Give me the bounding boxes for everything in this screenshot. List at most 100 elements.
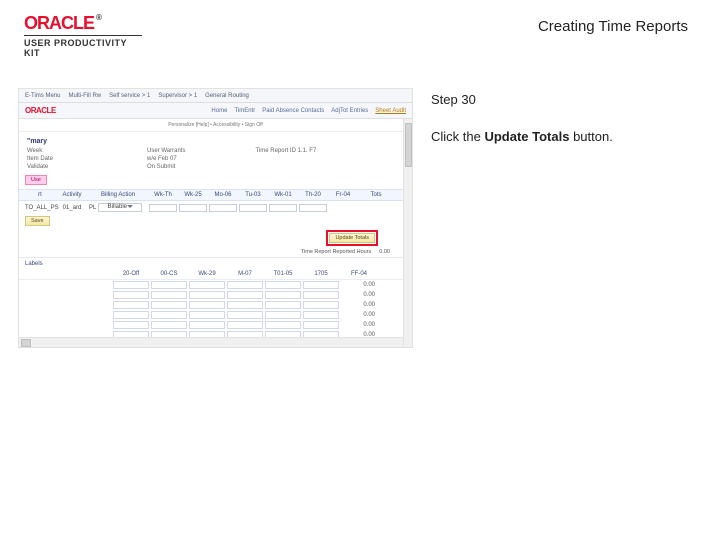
label-input[interactable] [265, 281, 301, 289]
row-total: 0.00 [341, 322, 377, 328]
label-input[interactable] [227, 311, 263, 319]
col-head: Billing Action [89, 192, 147, 198]
label-input[interactable] [189, 291, 225, 299]
tab-item[interactable]: E-Tims Menu [25, 93, 60, 99]
cell-activity: 01_ard [57, 205, 87, 211]
label-input[interactable] [113, 291, 149, 299]
row-total: 0.00 [341, 312, 377, 318]
cell-rt: TO_ALL_PS [25, 205, 55, 211]
label-input[interactable] [265, 311, 301, 319]
label-input[interactable] [303, 311, 339, 319]
brand-block: ORACLE® USER PRODUCTIVITY KIT [24, 14, 142, 58]
col-head: Fr-04 [329, 192, 357, 198]
label-input[interactable] [227, 291, 263, 299]
label-input[interactable] [303, 301, 339, 309]
nav-link[interactable]: Home [211, 108, 227, 114]
label-input[interactable] [227, 281, 263, 289]
step-label: Step 30 [431, 92, 696, 107]
billing-dropdown[interactable]: Billable [98, 203, 142, 212]
col-head: 1705 [303, 271, 339, 277]
label-input[interactable] [303, 281, 339, 289]
user-name: "mary [19, 132, 412, 147]
col-head: Activity [57, 192, 87, 198]
scroll-left-icon[interactable] [21, 339, 31, 347]
col-head: Tu-03 [239, 192, 267, 198]
label-input[interactable] [227, 301, 263, 309]
app-tabbar: E-Tims Menu Multi-Fill Rw Self service >… [19, 89, 412, 103]
col-head: Wk-25 [179, 192, 207, 198]
col-head: Mo-06 [209, 192, 237, 198]
info-label: Item Date [27, 156, 117, 162]
hours-input[interactable] [269, 204, 297, 212]
update-totals-button[interactable]: Update Totals [329, 233, 375, 243]
label-input[interactable] [303, 291, 339, 299]
label-input[interactable] [265, 291, 301, 299]
screenshot-preview: E-Tims Menu Multi-Fill Rw Self service >… [18, 88, 413, 348]
labels-section: Labels [19, 257, 412, 269]
label-input[interactable] [151, 321, 187, 329]
hours-input[interactable] [149, 204, 177, 212]
labels-grid-header: 20-Off 00-CS Wk-29 M-07 T01-05 1705 FF-0… [19, 269, 412, 280]
scrollbar-thumb[interactable] [405, 123, 412, 167]
col-head: M-07 [227, 271, 263, 277]
save-button[interactable]: Save [25, 216, 50, 226]
nav-link[interactable]: AdjTot Entries [331, 108, 368, 114]
oracle-logo: ORACLE® [24, 14, 142, 32]
tab-item[interactable]: Self service > 1 [109, 93, 150, 99]
label-input[interactable] [113, 301, 149, 309]
label-input[interactable] [151, 311, 187, 319]
hours-input[interactable] [179, 204, 207, 212]
vertical-scrollbar[interactable] [403, 119, 412, 347]
label-input[interactable] [151, 291, 187, 299]
col-head: rt [25, 192, 55, 198]
app-subheader: Personalize [Help] • Accessibility • Sig… [19, 119, 412, 132]
label-input[interactable] [189, 321, 225, 329]
label-input[interactable] [189, 281, 225, 289]
label-input[interactable] [265, 321, 301, 329]
label-input[interactable] [189, 311, 225, 319]
instruction-text: Click the Update Totals button. [431, 129, 696, 144]
tab-item[interactable]: Multi-Fill Rw [68, 93, 101, 99]
app-oracle-logo: ORACLE [25, 106, 56, 115]
row-total: 0.00 [341, 282, 377, 288]
time-grid-row: TO_ALL_PS 01_ard PL Billable [19, 201, 412, 214]
label-input[interactable] [151, 301, 187, 309]
instruction-prefix: Click the [431, 129, 484, 144]
hours-input[interactable] [299, 204, 327, 212]
row-total: 0.00 [341, 302, 377, 308]
info-label: Validate [27, 164, 117, 170]
label-input[interactable] [113, 321, 149, 329]
dropdown-value: Billable [108, 204, 127, 210]
app-nav: Home TimEntr Paid Absence Contacts AdjTo… [211, 108, 406, 114]
info-label: Week [27, 148, 117, 154]
horizontal-scrollbar[interactable] [19, 337, 403, 347]
label-input[interactable] [151, 281, 187, 289]
label-input[interactable] [113, 281, 149, 289]
label-input[interactable] [265, 301, 301, 309]
brand-subline: USER PRODUCTIVITY KIT [24, 35, 142, 58]
totals-value: 0.00 [379, 249, 390, 255]
label-input[interactable] [113, 311, 149, 319]
col-head: T01-05 [265, 271, 301, 277]
cell-bill: PL [89, 205, 96, 211]
time-grid-header: rt Activity Billing Action Wk-Th Wk-25 M… [19, 189, 412, 201]
hours-input[interactable] [209, 204, 237, 212]
instruction-panel: Step 30 Click the Update Totals button. [431, 88, 696, 348]
nav-link-selected[interactable]: Sheet Audit [375, 108, 406, 114]
row-total: 0.00 [341, 292, 377, 298]
totals-label: Time Report Reported Hours [301, 249, 371, 255]
use-chip[interactable]: Use [25, 175, 47, 185]
col-head: Wk-Th [149, 192, 177, 198]
registered-mark: ® [96, 13, 101, 22]
hours-input[interactable] [239, 204, 267, 212]
label-input[interactable] [303, 321, 339, 329]
tab-item[interactable]: General Routing [205, 93, 249, 99]
label-input[interactable] [189, 301, 225, 309]
info-value: On Submit [147, 164, 175, 170]
label-input[interactable] [227, 321, 263, 329]
tab-item[interactable]: Supervisor > 1 [158, 93, 197, 99]
nav-link[interactable]: Paid Absence Contacts [262, 108, 324, 114]
col-head: Th-20 [299, 192, 327, 198]
nav-link[interactable]: TimEntr [234, 108, 255, 114]
info-value: w/e Feb 07 [147, 156, 177, 162]
